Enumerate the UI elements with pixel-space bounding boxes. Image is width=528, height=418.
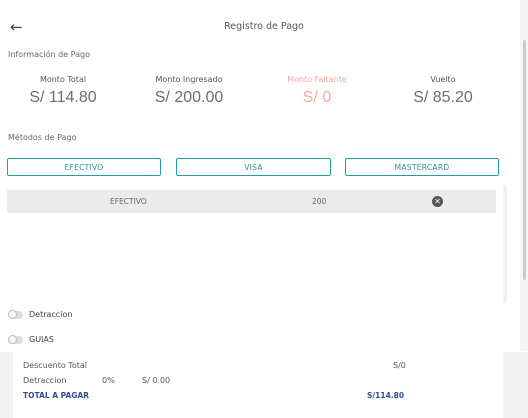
payments-list-scrollbar[interactable]	[503, 185, 507, 303]
missing-amount-metric: Monto Faltante S/ 0	[254, 75, 380, 107]
discount-value: S/0	[393, 361, 406, 370]
summary-right-gutter	[503, 352, 528, 418]
change-label: Vuelto	[430, 75, 456, 84]
guias-toggle[interactable]	[8, 334, 23, 344]
summary-left-gutter	[0, 352, 13, 418]
payment-method-cell: EFECTIVO	[110, 197, 147, 206]
discount-label: Descuento Total	[23, 361, 87, 370]
entered-amount-metric: Monto Ingresado S/ 200.00	[126, 75, 252, 107]
detraction-value: S/ 0.00	[142, 376, 171, 385]
detraction-percent: 0%	[102, 376, 115, 385]
entered-amount-value: S/ 200.00	[154, 89, 224, 106]
missing-amount-label: Monto Faltante	[287, 75, 347, 84]
mastercard-button[interactable]: MASTERCARD	[345, 158, 499, 176]
detraccion-toggle[interactable]	[8, 309, 23, 319]
page-title: Registro de Pago	[224, 21, 304, 32]
total-amount-metric: Monto Total S/ 114.80	[0, 75, 126, 107]
change-value: S/ 85.20	[413, 89, 473, 106]
remove-payment-icon[interactable]: ✕	[432, 196, 443, 207]
payment-methods-heading: Métodos de Pago	[8, 133, 77, 142]
payment-amount-cell: 200	[312, 197, 327, 206]
total-to-pay-value: S/114.80	[367, 391, 405, 400]
detraction-label: Detraccion	[23, 376, 67, 385]
detraccion-toggle-row: Detraccion	[8, 309, 73, 319]
total-amount-label: Monto Total	[39, 75, 87, 84]
change-metric: Vuelto S/ 85.20	[380, 75, 506, 107]
guias-toggle-row: GUIAS	[8, 334, 54, 344]
window-scrollbar-thumb[interactable]	[523, 40, 526, 280]
guias-toggle-label: GUIAS	[29, 335, 54, 344]
payment-row: EFECTIVO 200 ✕	[7, 190, 496, 213]
missing-amount-value: S/ 0	[302, 89, 332, 106]
visa-button[interactable]: VISA	[176, 158, 331, 176]
payment-info-heading: Información de Pago	[8, 50, 90, 59]
total-to-pay-label: TOTAL A PAGAR	[23, 391, 89, 400]
detraccion-toggle-label: Detraccion	[29, 310, 73, 319]
total-amount-value: S/ 114.80	[29, 89, 97, 106]
entered-amount-label: Monto Ingresado	[155, 75, 223, 84]
cash-button[interactable]: EFECTIVO	[7, 158, 161, 176]
